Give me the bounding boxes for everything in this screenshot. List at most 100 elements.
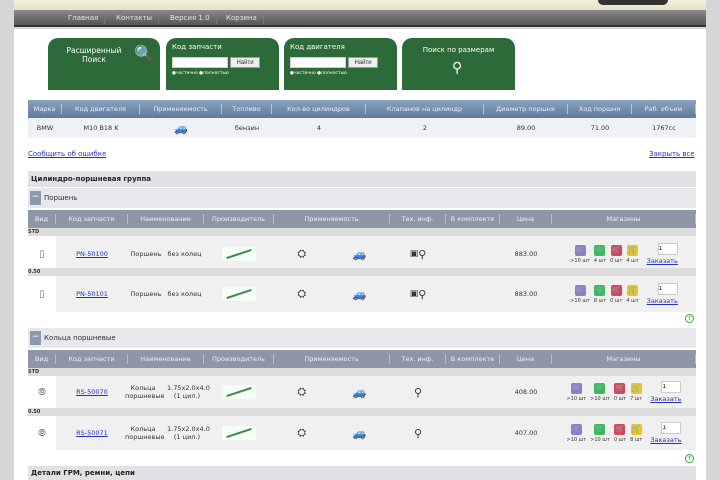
rings-icon: ⦾	[38, 427, 46, 439]
nav-home[interactable]: Главная	[62, 13, 106, 24]
nav-contacts[interactable]: Контакты	[110, 13, 160, 24]
order-link[interactable]: Заказать	[647, 257, 678, 265]
shop-0[interactable]: 🛒 >10 шт	[570, 284, 590, 304]
cart-icon[interactable]: 🛒	[610, 244, 622, 256]
shop-0[interactable]: 🛒 >10 шт	[570, 244, 590, 264]
stock-count: 0 шт	[610, 297, 623, 304]
radio-partial-label: частично	[293, 71, 316, 76]
cell: RS-50071	[56, 416, 128, 450]
nav-version[interactable]: Версия 1.0	[164, 13, 217, 24]
cart-icon[interactable]: 🛒	[594, 382, 606, 394]
shop-0[interactable]: 🛒 >10 шт	[567, 382, 586, 402]
cart-icon[interactable]: 🛒	[594, 244, 606, 256]
search-icon[interactable]: ⚲	[418, 288, 426, 301]
cart-icon[interactable]: 🛒	[630, 423, 642, 435]
shop-1[interactable]: 🛒 4 шт	[594, 244, 606, 264]
size-search-box[interactable]: Поиск по размерам ⚲	[402, 38, 515, 90]
engine-icon[interactable]: ⛭	[297, 385, 306, 399]
table-row: ⦾ RS-50071 Кольца поршневые 1.75x2.0x4.0 (1…	[28, 416, 696, 450]
close-all-link[interactable]: Закрыть все	[649, 150, 695, 158]
shop-3[interactable]: 🛒 4 шт	[626, 284, 639, 304]
cart-icon[interactable]: 🛒	[594, 423, 606, 435]
cart-icon[interactable]: 🛒	[614, 382, 626, 394]
shop-3[interactable]: 🛒 7 шт	[630, 382, 642, 402]
header-cell: Тех. инф.	[390, 214, 446, 224]
stock-count: 8 шт	[593, 297, 607, 304]
shop-0[interactable]: 🛒 >10 шт	[567, 423, 586, 443]
part-code-label: Код запчасти	[172, 43, 222, 51]
part-code-link[interactable]: PN-50101	[76, 290, 108, 298]
cart-icon[interactable]: 🛒	[630, 382, 642, 394]
cart-icon[interactable]: 🛒	[610, 284, 622, 296]
quantity-input[interactable]	[657, 243, 678, 255]
quantity-input[interactable]	[661, 422, 682, 434]
stock-count: >10 шт	[570, 257, 590, 264]
part-code-find-button[interactable]: Найти	[230, 57, 260, 68]
advanced-search-box[interactable]: Расширенный Поиск 🔍	[48, 38, 160, 90]
group-1-header[interactable]: − Кольца поршневые	[28, 328, 696, 348]
shop-2[interactable]: 🛒 0 шт	[614, 382, 626, 402]
scroll-up-icon[interactable]: ↑	[685, 314, 694, 323]
shops: 🛒 >10 шт 🛒 8 шт 🛒 0 шт 🛒 4 шт	[570, 284, 639, 304]
photo-icon[interactable]: ▣	[410, 249, 419, 259]
photo-icon[interactable]: ▣	[410, 289, 419, 299]
quantity-input[interactable]	[661, 381, 682, 393]
part-code-input[interactable]	[172, 57, 228, 68]
nav-cart[interactable]: Корзина	[220, 13, 264, 24]
part-code-link[interactable]: RS-50071	[76, 429, 108, 437]
shop-3[interactable]: 🛒 8 шт	[630, 423, 642, 443]
header-cell: Цена	[500, 354, 552, 364]
shop-2[interactable]: 🛒 0 шт	[610, 284, 623, 304]
car-icon[interactable]: 🚙	[353, 427, 367, 440]
shop-3[interactable]: 🛒 4 шт	[626, 244, 639, 264]
engine-icon[interactable]: ⛭	[297, 287, 306, 301]
car-icon[interactable]: 🚙	[353, 248, 367, 261]
manufacturer-logo[interactable]	[222, 287, 256, 301]
part-code-link[interactable]: RS-50070	[76, 388, 108, 396]
cart-icon[interactable]: 🛒	[574, 284, 586, 296]
cart-icon[interactable]: 🛒	[614, 423, 626, 435]
shop-2[interactable]: 🛒 0 шт	[614, 423, 626, 443]
header-cell: Применяемость	[274, 354, 390, 364]
shop-1[interactable]: 🛒 >10 шт	[590, 423, 610, 443]
cell: Кольца поршневые 1.75x2.0x4.0 (1 цил.)	[125, 416, 210, 450]
quantity-input[interactable]	[657, 283, 678, 295]
part-code-link[interactable]: PN-50100	[76, 250, 108, 258]
shops: 🛒 >10 шт 🛒 >10 шт 🛒 0 шт 🛒 8 шт	[567, 423, 642, 443]
shop-1[interactable]: 🛒 >10 шт	[590, 382, 610, 402]
car-icon[interactable]: 🚙	[353, 288, 367, 301]
radio-partial-label: частично	[175, 71, 198, 76]
manufacturer-logo[interactable]	[222, 247, 256, 261]
engine-code-find-button[interactable]: Найти	[348, 57, 378, 68]
collapse-icon[interactable]: −	[30, 191, 41, 205]
report-error-link[interactable]: Сообщить об ошибке	[28, 150, 106, 158]
order-link[interactable]: Заказать	[650, 395, 681, 403]
car-icon[interactable]: 🚙	[140, 118, 222, 138]
shop-1[interactable]: 🛒 8 шт	[593, 284, 607, 304]
cart-icon[interactable]: 🛒	[574, 244, 586, 256]
rings-icon: ⦾	[38, 386, 46, 398]
engine-code-input[interactable]	[290, 57, 346, 68]
search-icon[interactable]: ⚲	[418, 248, 426, 261]
group-0-header[interactable]: − Поршень	[28, 188, 696, 208]
engine-icon[interactable]: ⛭	[297, 247, 306, 261]
search-icon[interactable]: ⚲	[414, 427, 422, 440]
cart-icon[interactable]: 🛒	[594, 284, 606, 296]
cart-icon[interactable]: 🛒	[570, 382, 582, 394]
search-icon[interactable]: ⚲	[414, 386, 422, 399]
order-link[interactable]: Заказать	[650, 436, 681, 444]
cart-icon[interactable]: 🛒	[570, 423, 582, 435]
car-icon[interactable]: 🚙	[353, 386, 367, 399]
manufacturer-logo[interactable]	[222, 385, 256, 399]
cart-icon[interactable]: 🛒	[627, 284, 639, 296]
engine-valves: 2	[422, 124, 428, 132]
order-link[interactable]: Заказать	[647, 297, 678, 305]
engine-icon[interactable]: ⛭	[297, 426, 306, 440]
shop-2[interactable]: 🛒 0 шт	[610, 244, 622, 264]
collapse-icon[interactable]: −	[30, 331, 41, 345]
scroll-up-icon[interactable]: ↑	[685, 454, 694, 463]
manufacturer-logo[interactable]	[222, 426, 256, 440]
order: Заказать	[647, 243, 678, 265]
shops: 🛒 >10 шт 🛒 >10 шт 🛒 0 шт 🛒 7 шт	[567, 382, 642, 402]
cart-icon[interactable]: 🛒	[627, 244, 639, 256]
